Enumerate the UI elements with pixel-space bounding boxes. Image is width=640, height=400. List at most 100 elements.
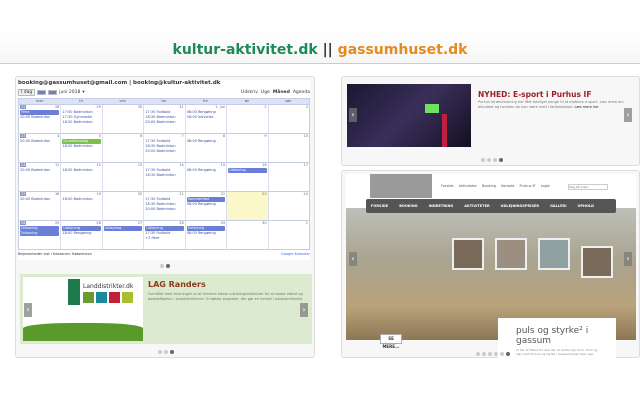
- main-menu-item[interactable]: FORSIDE: [371, 204, 388, 208]
- calendar-event[interactable]: 20:00 Badminton: [144, 120, 184, 125]
- calendar-day-cell[interactable]: 15 08:00 Rengøring: [184, 163, 226, 191]
- read-more-link[interactable]: Læs mere her: [574, 105, 598, 109]
- main-menu-item[interactable]: BOOKING: [399, 204, 417, 208]
- view-week-tab[interactable]: Uge: [261, 90, 270, 95]
- calendar-day-cell[interactable]: 20: [101, 192, 143, 220]
- prev-month-button[interactable]: [37, 89, 47, 95]
- dot[interactable]: [160, 264, 164, 268]
- dot[interactable]: [499, 158, 503, 162]
- search-input[interactable]: Søg på siden: [568, 184, 608, 190]
- calendar-event[interactable]: 20:00 Badminton: [19, 197, 60, 202]
- calendar-day-cell[interactable]: 5 Grundlovsdag 18:00 Badminton: [60, 134, 101, 162]
- calendar-day-cell[interactable]: 10: [267, 134, 309, 162]
- dot[interactable]: [488, 352, 492, 356]
- calendar-event[interactable]: 08:00 Rengøring: [186, 231, 226, 236]
- chevron-right-icon[interactable]: ›: [624, 108, 632, 122]
- view-agenda-tab[interactable]: Agenda: [293, 90, 310, 95]
- dot[interactable]: [494, 352, 498, 356]
- chevron-left-icon[interactable]: ‹: [349, 252, 357, 266]
- calendar-day-cell[interactable]: 29 Udlejning 08:00 Rengøring: [184, 221, 226, 249]
- calendar-event[interactable]: 18:00 Badminton: [61, 168, 101, 173]
- calendar-day-cell[interactable]: 27 Udlejning: [101, 221, 143, 249]
- dot[interactable]: [481, 158, 485, 162]
- calendar-day-cell[interactable]: 23: [226, 192, 268, 220]
- dot[interactable]: [158, 350, 162, 354]
- main-menu-item[interactable]: UDLEJNINGSPRISER: [501, 204, 539, 208]
- dot[interactable]: [164, 350, 168, 354]
- google-calendar-link[interactable]: Google Kalender: [281, 252, 310, 256]
- calendar-day-cell[interactable]: 26 25 Udlejning Udlejning: [19, 221, 60, 249]
- calendar-day-cell[interactable]: 19 18:00 Badminton: [60, 192, 101, 220]
- calendar-day-cell[interactable]: 1. jun 08:00 Rengøring 18:00 Indvielse: [184, 105, 226, 133]
- dot[interactable]: [487, 158, 491, 162]
- site-link-gassumhuset[interactable]: gassumhuset.dk: [338, 42, 468, 58]
- chevron-left-icon[interactable]: ‹: [349, 108, 357, 122]
- calendar-day-cell[interactable]: 2: [226, 105, 267, 133]
- calendar-day-cell[interactable]: 29 17:00 Badminton 17:30 Gymnastik 18:30 Ba…: [60, 105, 101, 133]
- calendar-event[interactable]: 18:30 Badminton: [144, 173, 184, 178]
- thumbnail[interactable]: [581, 246, 613, 278]
- calendar-day-cell[interactable]: 24 11 20:00 Badminton: [19, 163, 60, 191]
- calendar-event[interactable]: 20:00 Badminton: [144, 149, 184, 154]
- print-button[interactable]: Udskriv: [241, 90, 258, 95]
- calendar-day-cell[interactable]: 17: [267, 163, 309, 191]
- calendar-event[interactable]: Udlejning: [228, 168, 267, 173]
- calendar-day-cell[interactable]: 1: [267, 221, 309, 249]
- thumbnail[interactable]: [538, 238, 570, 270]
- top-nav-link[interactable]: Forside: [441, 184, 454, 188]
- calendar-day-cell[interactable]: 21 17:30 Fodbold 18:30 Badminton 20:00 Badm…: [143, 192, 184, 220]
- calendar-day-cell[interactable]: 23 4 20:00 Badminton: [19, 134, 60, 162]
- dot[interactable]: [500, 352, 504, 356]
- chevron-right-icon[interactable]: ›: [300, 303, 308, 317]
- calendar-event[interactable]: 18:30 Badminton: [61, 120, 101, 125]
- calendar-event[interactable]: 20:00 Badminton: [144, 207, 184, 212]
- chevron-down-icon[interactable]: ▾: [82, 90, 84, 95]
- calendar-event[interactable]: 20:00 Badminton: [19, 168, 60, 173]
- calendar-day-cell[interactable]: 30: [226, 221, 267, 249]
- dot[interactable]: [166, 264, 170, 268]
- top-nav-link[interactable]: Booking: [482, 184, 496, 188]
- calendar-day-cell[interactable]: 8 08:00 Rengøring: [184, 134, 226, 162]
- main-menu-item[interactable]: INDRETNING: [429, 204, 454, 208]
- calendar-day-cell[interactable]: 6: [101, 134, 143, 162]
- next-month-button[interactable]: [48, 89, 58, 95]
- calendar-event[interactable]: 08:00 Rengøring: [186, 202, 226, 207]
- view-month-tab[interactable]: Måned: [273, 90, 290, 95]
- calendar-day-cell[interactable]: 26 Udlejning 18:00 Rengøring: [60, 221, 101, 249]
- calendar-day-cell[interactable]: 9: [226, 134, 267, 162]
- chevron-left-icon[interactable]: ‹: [24, 303, 32, 317]
- calendar-event[interactable]: 08:00 Rengøring: [186, 168, 226, 173]
- dot[interactable]: [170, 350, 174, 354]
- calendar-day-cell[interactable]: 7 17:30 Fodbold 18:30 Badminton 20:00 Badmi…: [143, 134, 184, 162]
- calendar-day-cell[interactable]: 22 28 Ferie 20:00 Badminton: [19, 105, 60, 133]
- calendar-event[interactable]: 18:00 Badminton: [61, 197, 101, 202]
- top-nav-link[interactable]: Purhus IF: [519, 184, 535, 188]
- calendar-event[interactable]: 18:00 Badminton: [61, 144, 101, 149]
- dot[interactable]: [476, 352, 480, 356]
- calendar-event[interactable]: +2 flere: [144, 236, 184, 241]
- main-menu-item[interactable]: GALLERI: [550, 204, 566, 208]
- calendar-day-cell[interactable]: 30: [101, 105, 143, 133]
- calendar-event[interactable]: 18:00 Rengøring: [61, 231, 101, 236]
- top-nav-link[interactable]: Login: [541, 184, 550, 188]
- calendar-day-cell[interactable]: 25 18 20:00 Badminton: [19, 192, 60, 220]
- calendar-day-cell[interactable]: 14 17:30 Fodbold 18:30 Badminton: [143, 163, 184, 191]
- today-button[interactable]: I dag: [18, 88, 36, 96]
- calendar-day-cell[interactable]: 22 Sommerfest 08:00 Rengøring: [184, 192, 226, 220]
- calendar-event[interactable]: 08:00 Rengøring: [186, 139, 226, 144]
- calendar-day-cell[interactable]: 28 Udlejning 17:30 Fodbold +2 flere: [143, 221, 184, 249]
- top-nav-link[interactable]: Aktiviteter: [459, 184, 477, 188]
- thumbnail[interactable]: [452, 238, 484, 270]
- dot[interactable]: [482, 352, 486, 356]
- calendar-event[interactable]: Udlejning: [20, 231, 60, 236]
- calendar-day-cell[interactable]: 31 17:30 Fodbold 18:30 Badminton 20:00 Badm…: [143, 105, 184, 133]
- month-label[interactable]: juni 2018: [59, 90, 80, 95]
- chevron-right-icon[interactable]: ›: [624, 252, 632, 266]
- calendar-day-cell[interactable]: 13: [101, 163, 143, 191]
- calendar-event[interactable]: 18:00 Indvielse: [186, 115, 226, 120]
- main-menu-item[interactable]: AKTIVITETER: [464, 204, 489, 208]
- dot[interactable]: [506, 352, 510, 356]
- calendar-event[interactable]: Udlejning: [103, 226, 143, 231]
- main-menu-item[interactable]: OPHOLD: [578, 204, 595, 208]
- calendar-day-cell[interactable]: 3: [267, 105, 309, 133]
